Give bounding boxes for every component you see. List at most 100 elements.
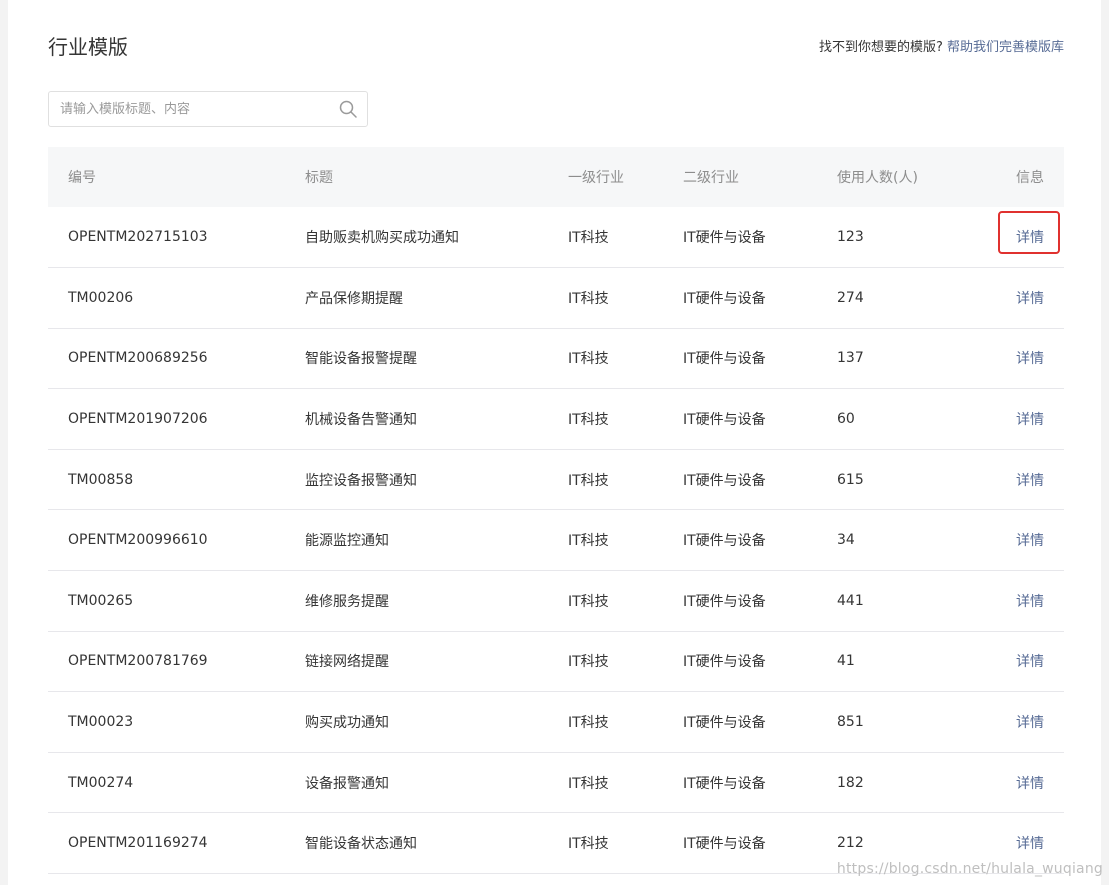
cell-users: 441 [817,570,967,632]
cell-industry1: IT科技 [548,631,663,693]
cell-info: 详情 [967,388,1064,450]
cell-info: 详情 [967,631,1064,693]
detail-link[interactable]: 详情 [1016,833,1044,853]
cell-industry1: IT科技 [548,691,663,753]
table-row: TM00858 监控设备报警通知 IT科技 IT硬件与设备 615 详情 [48,449,1064,511]
cell-industry1: IT科技 [548,509,663,572]
cell-id: TM00265 [48,570,285,632]
cell-users: 137 [817,328,967,390]
cell-industry1: IT科技 [548,388,663,450]
table-row: OPENTM201907206 机械设备告警通知 IT科技 IT硬件与设备 60 详情 [48,388,1064,450]
detail-link[interactable]: 详情 [1016,591,1044,611]
cell-title: 能源监控通知 [285,509,548,572]
cell-id: OPENTM202715103 [48,207,285,269]
cell-title: 购买成功通知 [285,691,548,753]
detail-link[interactable]: 详情 [1016,227,1044,247]
cell-industry2: IT硬件与设备 [663,812,817,875]
table-row: TM00265 维修服务提醒 IT科技 IT硬件与设备 441 详情 [48,570,1064,632]
cell-industry2: IT硬件与设备 [663,752,817,814]
cell-title: 自助贩卖机购买成功通知 [285,207,548,269]
cell-industry2: IT硬件与设备 [663,570,817,632]
cell-title: 智能设备状态通知 [285,812,548,875]
cell-info: 详情 [967,570,1064,632]
column-header-industry2: 二级行业 [663,147,817,207]
cell-title: 机械设备告警通知 [285,388,548,450]
cell-industry1: IT科技 [548,570,663,632]
cell-industry2: IT硬件与设备 [663,509,817,572]
cell-info: 详情 [967,449,1064,511]
table-row: OPENTM200781769 链接网络提醒 IT科技 IT硬件与设备 41 详情 [48,631,1064,693]
cell-id: OPENTM201907206 [48,388,285,450]
table-row: TM00274 设备报警通知 IT科技 IT硬件与设备 182 详情 [48,752,1064,814]
cell-industry1: IT科技 [548,207,663,269]
detail-link[interactable]: 详情 [1016,651,1044,671]
detail-link[interactable]: 详情 [1016,348,1044,368]
detail-link[interactable]: 详情 [1016,712,1044,732]
template-table: 编号 标题 一级行业 二级行业 使用人数(人) 信息 OPENTM2027151… [48,147,1064,875]
watermark: https://blog.csdn.net/hulala_wuqiang [836,861,1103,877]
cell-id: TM00023 [48,691,285,753]
cell-industry1: IT科技 [548,328,663,390]
cell-id: OPENTM200689256 [48,328,285,390]
column-header-info: 信息 [967,147,1064,207]
cell-info: 详情 [967,509,1064,572]
cell-users: 60 [817,388,967,450]
cell-id: OPENTM200996610 [48,509,285,572]
detail-link[interactable]: 详情 [1016,288,1044,308]
cell-title: 维修服务提醒 [285,570,548,632]
cell-industry2: IT硬件与设备 [663,328,817,390]
table-row: OPENTM202715103 自助贩卖机购买成功通知 IT科技 IT硬件与设备 123… [48,207,1064,269]
page-title: 行业模版 [48,35,128,59]
cell-industry1: IT科技 [548,752,663,814]
search-box [48,91,368,127]
cell-users: 182 [817,752,967,814]
table-header-row: 编号 标题 一级行业 二级行业 使用人数(人) 信息 [48,147,1064,207]
improve-library-link[interactable]: 帮助我们完善模版库 [947,40,1064,55]
column-header-title: 标题 [285,147,548,207]
cell-id: TM00274 [48,752,285,814]
cell-title: 设备报警通知 [285,752,548,814]
cell-users: 34 [817,509,967,572]
template-panel: 行业模版 找不到你想要的模版? 帮助我们完善模版库 编号 标题 一级行业 二级行… [8,0,1101,885]
cell-info: 详情 [967,328,1064,390]
cell-industry2: IT硬件与设备 [663,207,817,269]
table-row: TM00023 购买成功通知 IT科技 IT硬件与设备 851 详情 [48,691,1064,753]
cell-users: 851 [817,691,967,753]
column-header-id: 编号 [48,147,285,207]
cell-industry2: IT硬件与设备 [663,388,817,450]
cell-users: 41 [817,631,967,693]
cell-users: 615 [817,449,967,511]
cell-id: OPENTM201169274 [48,812,285,875]
detail-link[interactable]: 详情 [1016,530,1044,550]
search-input[interactable] [49,92,331,126]
search-icon[interactable] [339,100,357,118]
cell-industry1: IT科技 [548,449,663,511]
cell-title: 产品保修期提醒 [285,267,548,329]
cell-industry2: IT硬件与设备 [663,449,817,511]
help-prompt: 找不到你想要的模版? 帮助我们完善模版库 [819,39,1064,57]
table-body: OPENTM202715103 自助贩卖机购买成功通知 IT科技 IT硬件与设备 123… [48,207,1064,875]
column-header-industry1: 一级行业 [548,147,663,207]
detail-link[interactable]: 详情 [1016,470,1044,490]
cell-info: 详情 [967,267,1064,329]
column-header-users: 使用人数(人) [817,147,967,207]
table-row: OPENTM200996610 能源监控通知 IT科技 IT硬件与设备 34 详情 [48,509,1064,572]
cell-title: 监控设备报警通知 [285,449,548,511]
cell-id: OPENTM200781769 [48,631,285,693]
detail-link[interactable]: 详情 [1016,409,1044,429]
cell-industry2: IT硬件与设备 [663,267,817,329]
table-row: TM00206 产品保修期提醒 IT科技 IT硬件与设备 274 详情 [48,267,1064,329]
detail-link[interactable]: 详情 [1016,773,1044,793]
table-row: OPENTM200689256 智能设备报警提醒 IT科技 IT硬件与设备 137 详情 [48,328,1064,390]
cell-info: 详情 [967,207,1064,269]
cell-id: TM00858 [48,449,285,511]
cell-title: 智能设备报警提醒 [285,328,548,390]
help-text: 找不到你想要的模版? [818,40,943,55]
cell-industry2: IT硬件与设备 [663,631,817,693]
cell-users: 123 [817,207,967,269]
cell-info: 详情 [967,752,1064,814]
cell-id: TM00206 [48,267,285,329]
cell-info: 详情 [967,691,1064,753]
cell-title: 链接网络提醒 [285,631,548,693]
cell-industry2: IT硬件与设备 [663,691,817,753]
